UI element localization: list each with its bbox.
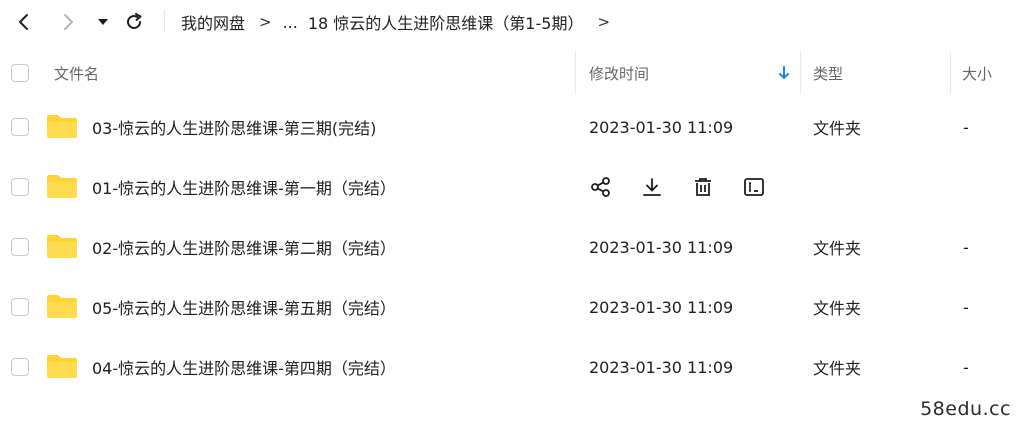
row-checkbox[interactable]	[11, 358, 29, 376]
breadcrumb-separator: >	[259, 13, 272, 31]
modified-time: 2023-01-30 11:09	[589, 117, 734, 137]
breadcrumb-ellipsis[interactable]: ...	[283, 13, 298, 32]
file-name[interactable]: 03-惊云的人生进阶思维课-第三期(完结)	[92, 97, 376, 157]
file-size: -	[963, 357, 969, 377]
column-divider[interactable]	[575, 52, 576, 94]
folder-icon	[47, 115, 77, 138]
table-header: 文件名 修改时间 类型 大小	[0, 52, 1021, 94]
row-actions	[588, 157, 792, 217]
column-header-type[interactable]: 类型	[813, 52, 843, 94]
share-icon[interactable]	[588, 174, 614, 200]
rename-icon[interactable]	[741, 174, 767, 200]
row-checkbox[interactable]	[11, 118, 29, 136]
table-row[interactable]: 03-惊云的人生进阶思维课-第三期(完结) 2023-01-30 11:09 文…	[0, 97, 1021, 157]
file-type: 文件夹	[813, 299, 862, 318]
folder-icon	[47, 295, 77, 318]
file-name[interactable]: 04-惊云的人生进阶思维课-第四期（完结）	[92, 337, 396, 397]
file-type: 文件夹	[813, 359, 862, 378]
chevron-right-icon	[64, 14, 73, 30]
folder-icon	[47, 175, 77, 198]
table-row[interactable]: 04-惊云的人生进阶思维课-第四期（完结） 2023-01-30 11:09 文…	[0, 337, 1021, 397]
file-size: -	[963, 117, 969, 137]
file-name[interactable]: 01-惊云的人生进阶思维课-第一期（完结）	[92, 157, 396, 217]
modified-time: 2023-01-30 11:09	[589, 297, 734, 317]
column-header-size-label: 大小	[962, 64, 993, 83]
row-checkbox[interactable]	[11, 238, 29, 256]
modified-time: 2023-01-30 11:09	[589, 237, 734, 257]
file-size: -	[963, 297, 969, 317]
column-divider[interactable]	[800, 52, 801, 94]
column-header-name-label: 文件名	[54, 64, 100, 83]
table-row[interactable]: 05-惊云的人生进阶思维课-第五期（完结） 2023-01-30 11:09 文…	[0, 277, 1021, 337]
download-icon[interactable]	[639, 174, 665, 200]
back-button[interactable]	[10, 8, 38, 36]
refresh-button[interactable]	[120, 8, 148, 36]
arrow-down-icon	[779, 66, 789, 79]
forward-button[interactable]	[54, 8, 82, 36]
file-type: 文件夹	[813, 119, 862, 138]
row-checkbox[interactable]	[11, 298, 29, 316]
breadcrumb-current[interactable]: 18 惊云的人生进阶思维课（第1-5期）	[308, 10, 584, 34]
file-name[interactable]: 02-惊云的人生进阶思维课-第二期（完结）	[92, 217, 396, 277]
modified-time: 2023-01-30 11:09	[589, 357, 734, 377]
column-header-type-label: 类型	[813, 64, 844, 83]
caret-down-icon	[98, 19, 108, 25]
file-size: -	[963, 237, 969, 257]
column-header-size[interactable]: 大小	[962, 52, 992, 94]
table-row[interactable]: 02-惊云的人生进阶思维课-第二期（完结） 2023-01-30 11:09 文…	[0, 217, 1021, 277]
column-header-modified-label: 修改时间	[589, 64, 650, 83]
watermark: 58edu.cc	[920, 398, 1011, 420]
file-type: 文件夹	[813, 239, 862, 258]
breadcrumb-root[interactable]: 我的网盘	[181, 10, 245, 34]
history-dropdown-button[interactable]	[89, 8, 117, 36]
select-all-checkbox[interactable]	[11, 64, 29, 82]
folder-icon	[47, 235, 77, 258]
folder-icon	[47, 355, 77, 378]
delete-icon[interactable]	[690, 174, 716, 200]
chevron-left-icon	[19, 14, 28, 30]
breadcrumb-separator-end: >	[597, 13, 611, 31]
toolbar-divider	[164, 10, 165, 32]
row-checkbox[interactable]	[11, 178, 29, 196]
table-row[interactable]: 01-惊云的人生进阶思维课-第一期（完结）	[0, 157, 1021, 217]
column-header-name[interactable]: 文件名	[54, 52, 99, 94]
column-divider[interactable]	[950, 52, 951, 94]
breadcrumb: 我的网盘 > ... 18 惊云的人生进阶思维课（第1-5期） >	[181, 9, 621, 35]
column-header-modified[interactable]: 修改时间	[589, 52, 799, 94]
navigation-bar: 我的网盘 > ... 18 惊云的人生进阶思维课（第1-5期） >	[0, 0, 1021, 44]
file-name[interactable]: 05-惊云的人生进阶思维课-第五期（完结）	[92, 277, 396, 337]
refresh-icon	[127, 13, 142, 29]
